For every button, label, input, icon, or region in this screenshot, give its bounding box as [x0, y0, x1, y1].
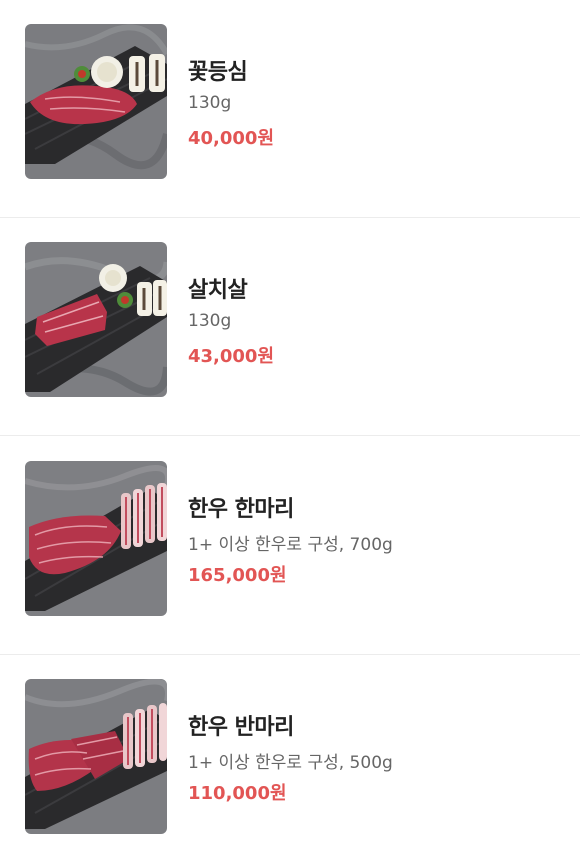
item-price: 165,000원 — [188, 565, 287, 586]
item-name: 한우 반마리 — [188, 715, 294, 740]
item-price: 40,000원 — [188, 128, 275, 149]
item-description: 1+ 이상 한우로 구성, 700g — [188, 535, 393, 555]
menu-list: 꽃등심 130g 40,000원 살치살 130g 43,000원 한우 한마리… — [0, 0, 580, 853]
item-description: 130g — [188, 93, 232, 113]
menu-item[interactable]: 한우 한마리 1+ 이상 한우로 구성, 700g 165,000원 — [0, 437, 580, 655]
menu-item[interactable]: 꽃등심 130g 40,000원 — [0, 0, 580, 218]
beef-platter-photo-icon — [25, 461, 167, 616]
ribeye-photo-icon — [25, 24, 167, 179]
menu-item[interactable]: 살치살 130g 43,000원 — [0, 218, 580, 436]
item-name: 한우 한마리 — [188, 497, 294, 522]
item-description: 130g — [188, 311, 232, 331]
item-price: 110,000원 — [188, 783, 287, 804]
item-price: 43,000원 — [188, 346, 275, 367]
menu-item[interactable]: 한우 반마리 1+ 이상 한우로 구성, 500g 110,000원 — [0, 655, 580, 853]
item-name: 꽃등심 — [188, 60, 248, 85]
item-name: 살치살 — [188, 278, 248, 303]
beef-platter-photo-icon — [25, 679, 167, 834]
item-description: 1+ 이상 한우로 구성, 500g — [188, 753, 393, 773]
chuck-flap-photo-icon — [25, 242, 167, 397]
